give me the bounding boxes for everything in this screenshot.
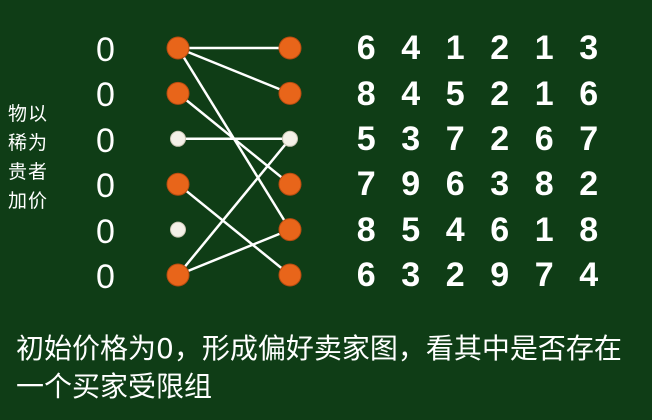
seller-node-0 xyxy=(278,36,302,60)
matrix-row-4: 8 5 4 6 1 8 xyxy=(344,208,611,253)
matrix-cell: 7 xyxy=(356,165,376,204)
edge-3-5 xyxy=(177,183,291,276)
matrix-cell: 9 xyxy=(490,256,510,295)
matrix-cell: 5 xyxy=(445,74,465,113)
seller-node-5 xyxy=(278,263,302,287)
matrix-cell: 1 xyxy=(534,74,554,113)
matrix-cell: 8 xyxy=(534,165,554,204)
edge-5-4 xyxy=(177,228,291,277)
matrix-cell: 1 xyxy=(534,29,554,68)
matrix-cell: 7 xyxy=(445,119,465,158)
matrix-row-5: 6 3 2 9 7 4 xyxy=(344,253,611,298)
buyer-node-3 xyxy=(166,172,190,196)
matrix-cell: 8 xyxy=(356,74,376,113)
edge-5-2 xyxy=(177,138,291,276)
matrix-cell: 2 xyxy=(490,29,510,68)
seller-node-4 xyxy=(278,218,302,242)
matrix-cell: 3 xyxy=(401,119,421,158)
matrix-cell: 6 xyxy=(445,165,465,204)
valuation-matrix: 6 4 1 2 1 3 8 4 5 2 1 6 5 3 7 2 6 7 7 9 … xyxy=(344,26,611,298)
matrix-cell: 4 xyxy=(579,256,599,295)
seller-node-2 xyxy=(282,130,298,147)
matrix-cell: 7 xyxy=(579,119,599,158)
matrix-cell: 3 xyxy=(579,29,599,68)
matrix-cell: 7 xyxy=(534,256,554,295)
buyer-node-2 xyxy=(170,130,186,147)
matrix-cell: 2 xyxy=(490,74,510,113)
matrix-cell: 8 xyxy=(356,210,376,249)
matrix-cell: 1 xyxy=(534,210,554,249)
caption: 初始价格为0，形成偏好卖家图，看其中是否存在一个买家受限组 xyxy=(16,332,622,403)
seller-node-3 xyxy=(278,172,302,196)
matrix-cell: 1 xyxy=(445,29,465,68)
buyer-node-5 xyxy=(166,263,190,287)
buyer-node-1 xyxy=(166,81,190,105)
matrix-cell: 2 xyxy=(579,165,599,204)
matrix-cell: 6 xyxy=(490,210,510,249)
matrix-cell: 4 xyxy=(445,210,465,249)
matrix-cell: 9 xyxy=(401,165,421,204)
matrix-cell: 8 xyxy=(579,210,599,249)
matrix-cell: 6 xyxy=(356,256,376,295)
matrix-cell: 5 xyxy=(401,210,421,249)
matrix-cell: 6 xyxy=(356,29,376,68)
matrix-cell: 6 xyxy=(579,74,599,113)
edge-0-1 xyxy=(177,46,291,95)
matrix-row-3: 7 9 6 3 8 2 xyxy=(344,162,611,207)
matrix-cell: 4 xyxy=(401,74,421,113)
matrix-cell: 3 xyxy=(490,165,510,204)
seller-node-1 xyxy=(278,81,302,105)
matrix-row-0: 6 4 1 2 1 3 xyxy=(344,26,611,71)
matrix-row-1: 8 4 5 2 1 6 xyxy=(344,71,611,116)
matrix-cell: 3 xyxy=(401,256,421,295)
matrix-row-2: 5 3 7 2 6 7 xyxy=(344,117,611,162)
matrix-cell: 2 xyxy=(490,119,510,158)
buyer-node-0 xyxy=(166,36,190,60)
matrix-cell: 2 xyxy=(445,256,465,295)
matrix-cell: 6 xyxy=(534,119,554,158)
buyer-node-4 xyxy=(170,221,186,238)
slide: 物以稀为贵者加价 0 0 0 0 0 0 6 4 1 2 1 3 8 4 5 2… xyxy=(0,0,652,420)
matrix-cell: 4 xyxy=(401,29,421,68)
matrix-cell: 5 xyxy=(356,119,376,158)
